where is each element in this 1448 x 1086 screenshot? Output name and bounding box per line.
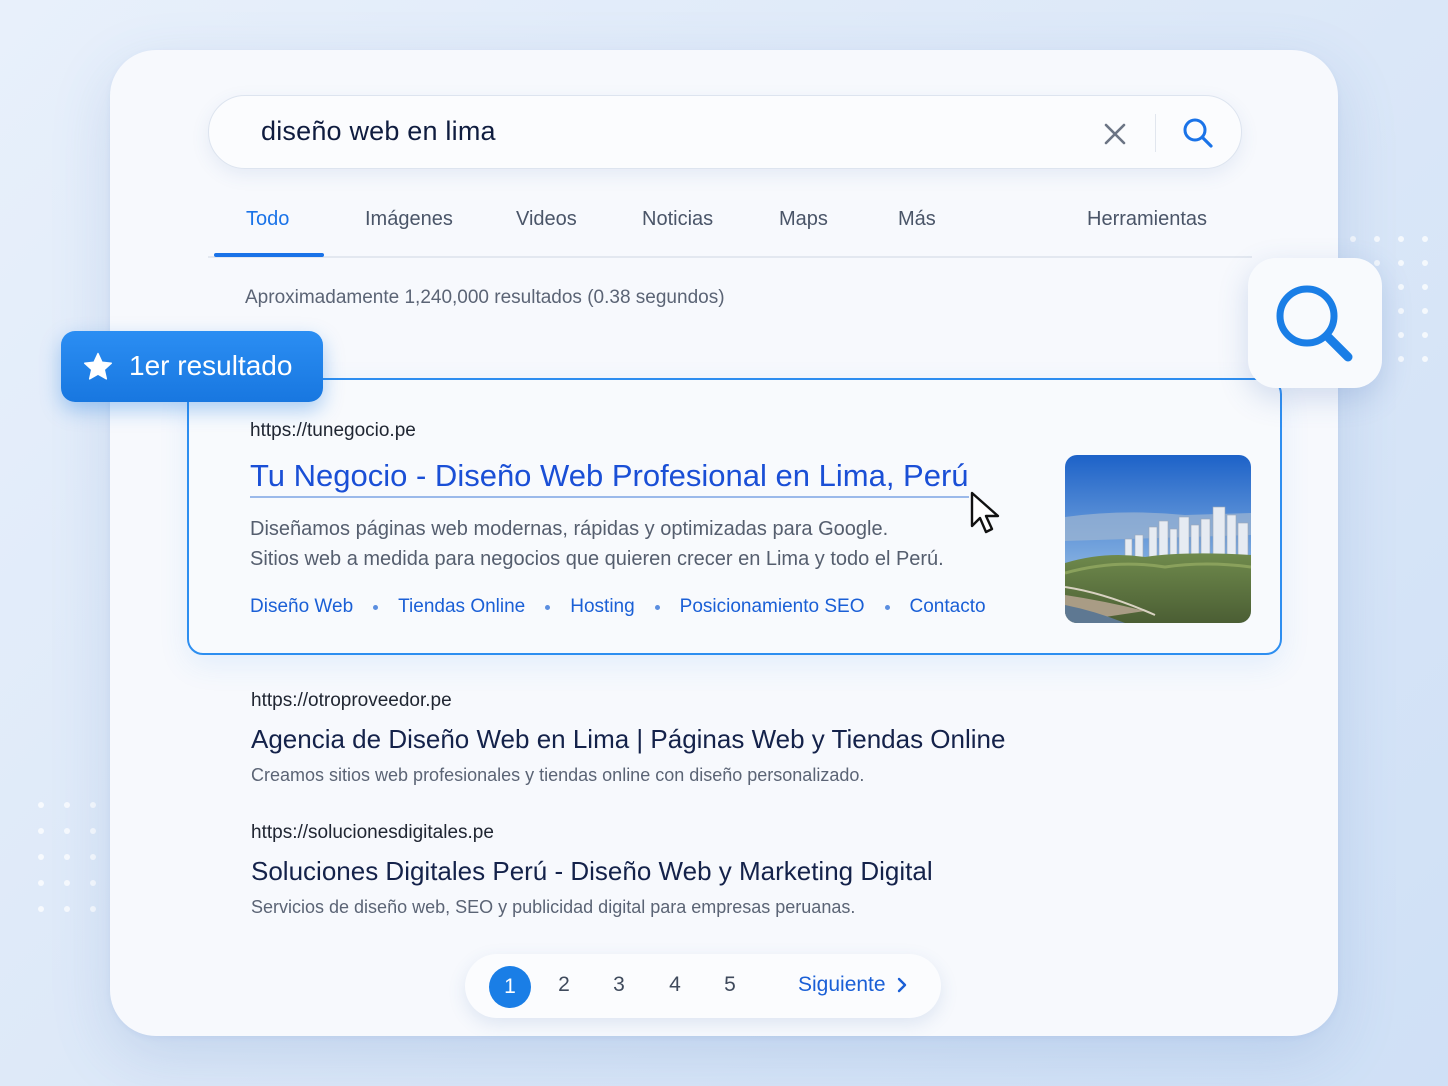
sitelink-separator <box>884 604 890 610</box>
sitelink-separator <box>373 604 379 610</box>
chevron-right-icon <box>897 977 906 993</box>
pagination: 1 2 3 4 5 Siguiente <box>465 954 941 1018</box>
search-lens-card <box>1248 258 1382 388</box>
magnifier-icon <box>1276 285 1353 362</box>
sitelink-separator <box>545 604 551 610</box>
search-icon <box>1183 118 1213 148</box>
page-2[interactable]: 2 <box>544 973 584 997</box>
sitelink-separator <box>654 604 660 610</box>
badge-label: 1er resultado <box>129 350 293 381</box>
page-5[interactable]: 5 <box>710 973 750 997</box>
page-4[interactable]: 4 <box>655 973 695 997</box>
result-title-link[interactable]: Tu Negocio - Diseño Web Profesional en L… <box>250 458 969 498</box>
sitelinks: Diseño Web Tiendas Online Hosting Posici… <box>250 596 986 618</box>
result-title-link[interactable]: Soluciones Digitales Perú - Diseño Web y… <box>251 856 933 887</box>
city-coast-image <box>1065 455 1251 623</box>
tab-imagenes[interactable]: Imágenes <box>365 208 453 231</box>
tab-mas[interactable]: Más <box>898 208 936 231</box>
result-title-link[interactable]: Agencia de Diseño Web en Lima | Páginas … <box>251 724 1005 755</box>
sitelink-seo[interactable]: Posicionamiento SEO <box>680 596 865 618</box>
page-1-current[interactable]: 1 <box>489 966 531 1008</box>
sitelink-diseno-web[interactable]: Diseño Web <box>250 596 353 618</box>
page-3[interactable]: 3 <box>599 973 639 997</box>
decorative-dots-left <box>38 802 96 912</box>
tab-noticias[interactable]: Noticias <box>642 208 713 231</box>
sitelink-tiendas-online[interactable]: Tiendas Online <box>398 596 525 618</box>
snippet-line: Diseñamos páginas web modernas, rápidas … <box>250 518 889 540</box>
result-url[interactable]: https://solucionesdigitales.pe <box>251 822 933 844</box>
result-url[interactable]: https://tunegocio.pe <box>250 420 416 442</box>
search-bar[interactable]: diseño web en lima <box>208 95 1242 169</box>
next-page-button[interactable]: Siguiente <box>798 973 908 997</box>
result-url[interactable]: https://otroproveedor.pe <box>251 690 1005 712</box>
search-button[interactable] <box>1179 114 1217 152</box>
mouse-cursor-icon <box>970 491 1000 534</box>
search-result[interactable]: https://solucionesdigitales.pe Solucione… <box>251 822 933 918</box>
tab-maps[interactable]: Maps <box>779 208 828 231</box>
tab-herramientas[interactable]: Herramientas <box>1087 208 1207 231</box>
result-thumbnail-lima-coast[interactable] <box>1065 455 1251 623</box>
star-icon <box>83 352 113 380</box>
featured-result[interactable]: https://tunegocio.pe Tu Negocio - Diseño… <box>187 378 1282 655</box>
close-icon <box>1104 123 1126 145</box>
tab-todo[interactable]: Todo <box>246 208 289 231</box>
active-tab-indicator <box>214 253 324 257</box>
sitelink-contacto[interactable]: Contacto <box>910 596 986 618</box>
result-snippet: Diseñamos páginas web modernas, rápidas … <box>250 514 944 574</box>
next-page-label: Siguiente <box>798 973 886 996</box>
tab-videos[interactable]: Videos <box>516 208 577 231</box>
snippet-line: Sitios web a medida para negocios que qu… <box>250 548 944 570</box>
clear-button[interactable] <box>1099 118 1131 150</box>
search-bar-divider <box>1155 114 1156 152</box>
search-input[interactable]: diseño web en lima <box>261 116 496 147</box>
result-snippet: Servicios de diseño web, SEO y publicida… <box>251 897 856 917</box>
search-result[interactable]: https://otroproveedor.pe Agencia de Dise… <box>251 690 1005 786</box>
top-result-badge: 1er resultado <box>61 331 323 402</box>
sitelink-hosting[interactable]: Hosting <box>570 596 634 618</box>
result-snippet: Creamos sitios web profesionales y tiend… <box>251 765 865 785</box>
result-stats: Aproximadamente 1,240,000 resultados (0.… <box>245 287 725 308</box>
search-tabs: Todo Imágenes Videos Noticias Maps Más H… <box>208 198 1252 258</box>
